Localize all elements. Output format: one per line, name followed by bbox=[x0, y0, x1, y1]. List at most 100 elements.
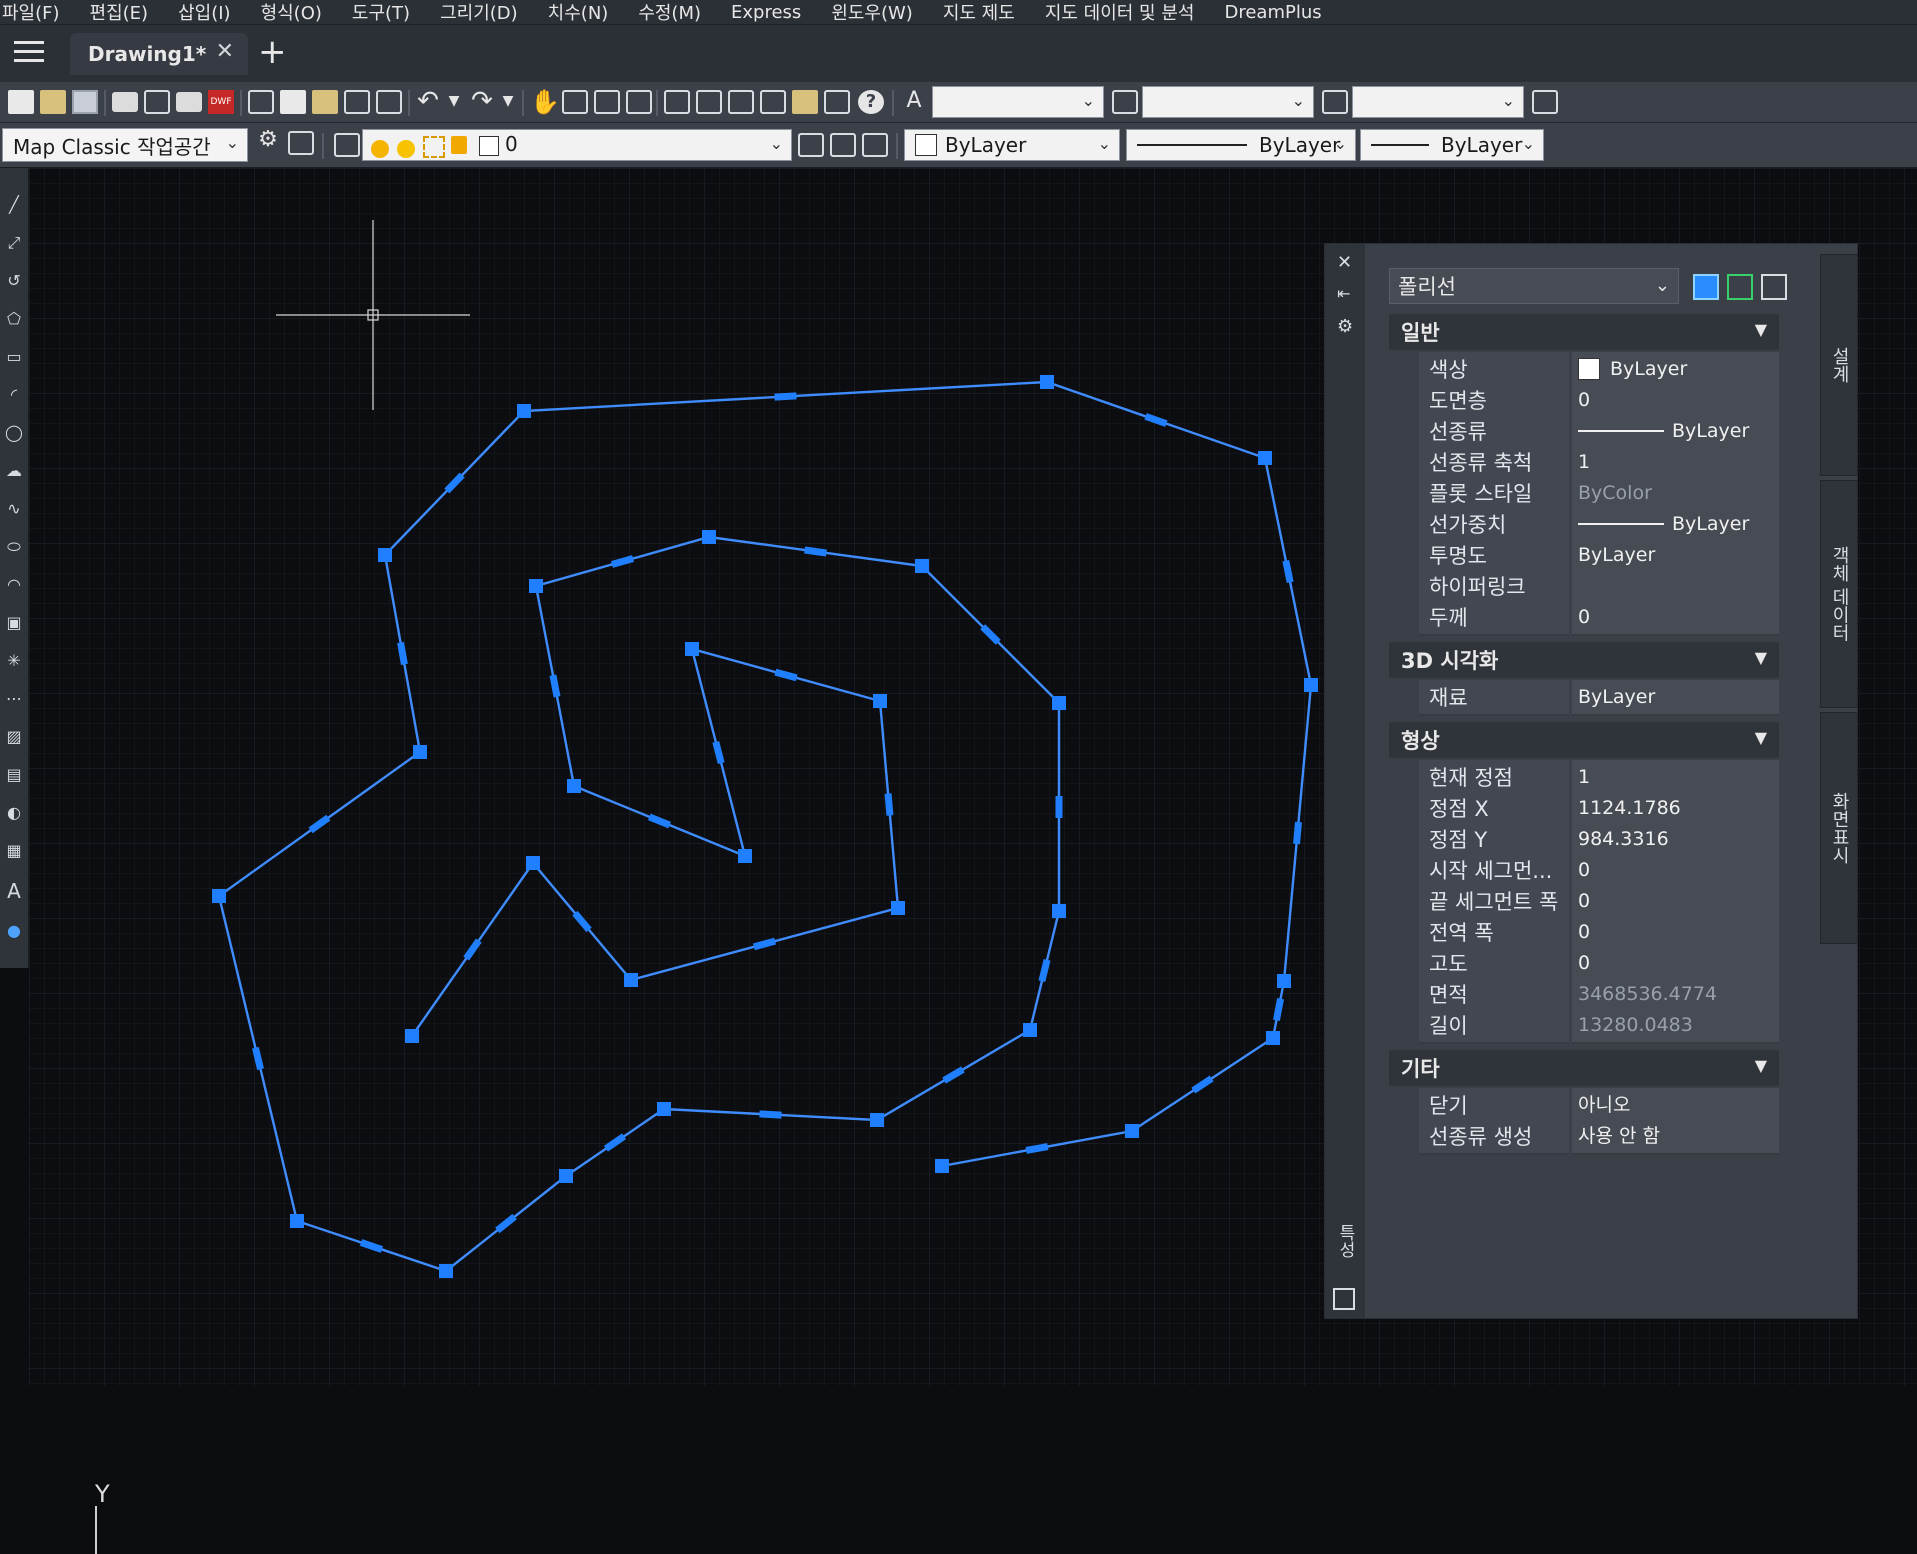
prop-value[interactable]: 0 bbox=[1572, 600, 1779, 636]
menu-tools[interactable]: 도구(T) bbox=[350, 0, 424, 25]
lineweight-combo[interactable]: ByLayer ⌄ bbox=[1360, 129, 1544, 161]
vertex-grip[interactable] bbox=[212, 889, 226, 903]
menu-dimension[interactable]: 치수(N) bbox=[546, 0, 623, 25]
multiline-text-icon[interactable]: A bbox=[4, 881, 24, 901]
calculator-icon[interactable] bbox=[824, 90, 850, 114]
line-icon[interactable]: ╱ bbox=[4, 196, 24, 214]
prop-value[interactable]: ByLayer bbox=[1572, 680, 1779, 716]
vertex-grip[interactable] bbox=[559, 1169, 573, 1183]
vertex-grip[interactable] bbox=[702, 530, 716, 544]
arc-icon[interactable]: ◜ bbox=[4, 386, 24, 404]
vertex-grip[interactable] bbox=[891, 901, 905, 915]
vertex-grip[interactable] bbox=[1052, 904, 1066, 918]
markup-icon[interactable] bbox=[792, 90, 818, 114]
vertex-grip[interactable] bbox=[526, 856, 540, 870]
vertex-grip[interactable] bbox=[873, 694, 887, 708]
ellipse-icon[interactable]: ⬭ bbox=[4, 538, 24, 556]
toggle-pickadd-icon[interactable] bbox=[1693, 274, 1719, 300]
close-palette-icon[interactable]: ✕ bbox=[1337, 252, 1352, 273]
side-tab-design[interactable]: 설계 bbox=[1820, 254, 1858, 476]
zoom-window-icon[interactable] bbox=[594, 90, 620, 114]
prop-value[interactable]: 사용 안 함 bbox=[1572, 1119, 1779, 1155]
region-icon[interactable]: ◐ bbox=[4, 804, 24, 822]
rectangle-icon[interactable]: ▭ bbox=[4, 348, 24, 366]
midpoint-grip[interactable] bbox=[759, 1110, 782, 1119]
print-icon[interactable] bbox=[112, 92, 138, 112]
text-style-icon[interactable]: A bbox=[900, 90, 928, 114]
section-misc-header[interactable]: 기타 ▼ bbox=[1389, 1050, 1779, 1086]
vertex-grip[interactable] bbox=[738, 849, 752, 863]
collapse-geometry-icon[interactable]: ▼ bbox=[1755, 728, 1767, 747]
cut-icon[interactable] bbox=[248, 90, 274, 114]
dim-style-combo[interactable]: ⌄ bbox=[1142, 86, 1314, 118]
export-dwf-icon[interactable]: DWF bbox=[208, 90, 234, 114]
section-general-header[interactable]: 일반 ▼ bbox=[1389, 314, 1779, 350]
layer-previous-icon[interactable] bbox=[830, 133, 856, 157]
dim-style-icon[interactable] bbox=[1112, 90, 1138, 114]
spline-icon[interactable]: ∿ bbox=[4, 500, 24, 518]
menu-edit[interactable]: 편집(E) bbox=[88, 0, 163, 25]
palette-properties-icon[interactable] bbox=[1333, 1288, 1355, 1310]
redo-icon[interactable]: ↷ bbox=[468, 88, 496, 114]
workspace-combo[interactable]: Map Classic 작업공간 ⌄ bbox=[2, 128, 248, 162]
menu-map-draft[interactable]: 지도 제도 bbox=[941, 0, 1029, 25]
side-tab-object-data[interactable]: 객체 데이터 bbox=[1820, 480, 1858, 708]
vertex-grip[interactable] bbox=[439, 1264, 453, 1278]
vertex-grip[interactable] bbox=[567, 779, 581, 793]
construction-line-icon[interactable]: ⤢ bbox=[4, 234, 24, 252]
side-tab-display[interactable]: 화면표시 bbox=[1820, 712, 1858, 944]
layer-state-icon[interactable] bbox=[862, 133, 888, 157]
vertex-grip[interactable] bbox=[657, 1102, 671, 1116]
menu-map-data[interactable]: 지도 데이터 및 분석 bbox=[1043, 0, 1209, 25]
revision-cloud-icon[interactable]: ☁ bbox=[4, 462, 24, 480]
vertex-grip[interactable] bbox=[870, 1113, 884, 1127]
sheet-set-icon[interactable] bbox=[760, 90, 786, 114]
new-file-icon[interactable] bbox=[8, 90, 34, 114]
zoom-previous-icon[interactable] bbox=[626, 90, 652, 114]
menu-file[interactable]: 파일(F) bbox=[0, 0, 74, 25]
insert-block-icon[interactable]: ▣ bbox=[4, 614, 24, 632]
help-icon[interactable]: ? bbox=[858, 90, 884, 114]
vertex-grip[interactable] bbox=[1052, 696, 1066, 710]
midpoint-grip[interactable] bbox=[774, 392, 797, 401]
undo-dropdown-icon[interactable]: ▼ bbox=[440, 90, 468, 114]
vertex-grip[interactable] bbox=[685, 642, 699, 656]
redo-dropdown-icon[interactable]: ▼ bbox=[494, 90, 522, 114]
midpoint-grip[interactable] bbox=[1055, 796, 1063, 818]
menu-dreamplus[interactable]: DreamPlus bbox=[1222, 2, 1335, 23]
hamburger-menu-icon[interactable] bbox=[14, 41, 44, 65]
vertex-grip[interactable] bbox=[1304, 678, 1318, 692]
section-geometry-header[interactable]: 형상 ▼ bbox=[1389, 722, 1779, 758]
collapse-3d-icon[interactable]: ▼ bbox=[1755, 648, 1767, 667]
menu-format[interactable]: 형식(O) bbox=[259, 0, 336, 25]
prop-row-material[interactable]: 재료 ByLayer bbox=[1389, 680, 1779, 716]
gradient-icon[interactable]: ▤ bbox=[4, 766, 24, 784]
vertex-grip[interactable] bbox=[290, 1214, 304, 1228]
vertex-grip[interactable] bbox=[1258, 451, 1272, 465]
polygon-icon[interactable]: ⬠ bbox=[4, 310, 24, 328]
vertex-grip[interactable] bbox=[405, 1029, 419, 1043]
polyline-icon[interactable]: ↺ bbox=[4, 272, 24, 290]
save-icon[interactable] bbox=[72, 90, 98, 114]
table-style-combo[interactable]: ⌄ bbox=[1352, 86, 1524, 118]
color-combo[interactable]: ByLayer ⌄ bbox=[904, 129, 1120, 161]
linetype-combo[interactable]: ByLayer ⌄ bbox=[1126, 129, 1356, 161]
vertex-grip[interactable] bbox=[517, 404, 531, 418]
vertex-grip[interactable] bbox=[935, 1159, 949, 1173]
point-icon[interactable]: ⋯ bbox=[4, 690, 24, 708]
publish-icon[interactable] bbox=[176, 92, 202, 112]
menu-insert[interactable]: 삽입(I) bbox=[176, 0, 244, 25]
match-properties-icon[interactable] bbox=[344, 90, 370, 114]
vertex-grip[interactable] bbox=[378, 548, 392, 562]
vertex-grip[interactable] bbox=[915, 559, 929, 573]
add-selected-icon[interactable]: ● bbox=[4, 922, 24, 940]
hatch-icon[interactable]: ▨ bbox=[4, 728, 24, 746]
menu-window[interactable]: 윈도우(W) bbox=[829, 0, 927, 25]
copy-icon[interactable] bbox=[280, 90, 306, 114]
design-center-icon[interactable] bbox=[696, 90, 722, 114]
table-icon[interactable]: ▦ bbox=[4, 842, 24, 860]
layer-combo[interactable]: 0 ⌄ bbox=[362, 129, 792, 161]
object-type-combo[interactable]: 폴리선 ⌄ bbox=[1389, 268, 1679, 304]
undo-icon[interactable]: ↶ bbox=[414, 88, 442, 114]
select-objects-icon[interactable] bbox=[1727, 274, 1753, 300]
